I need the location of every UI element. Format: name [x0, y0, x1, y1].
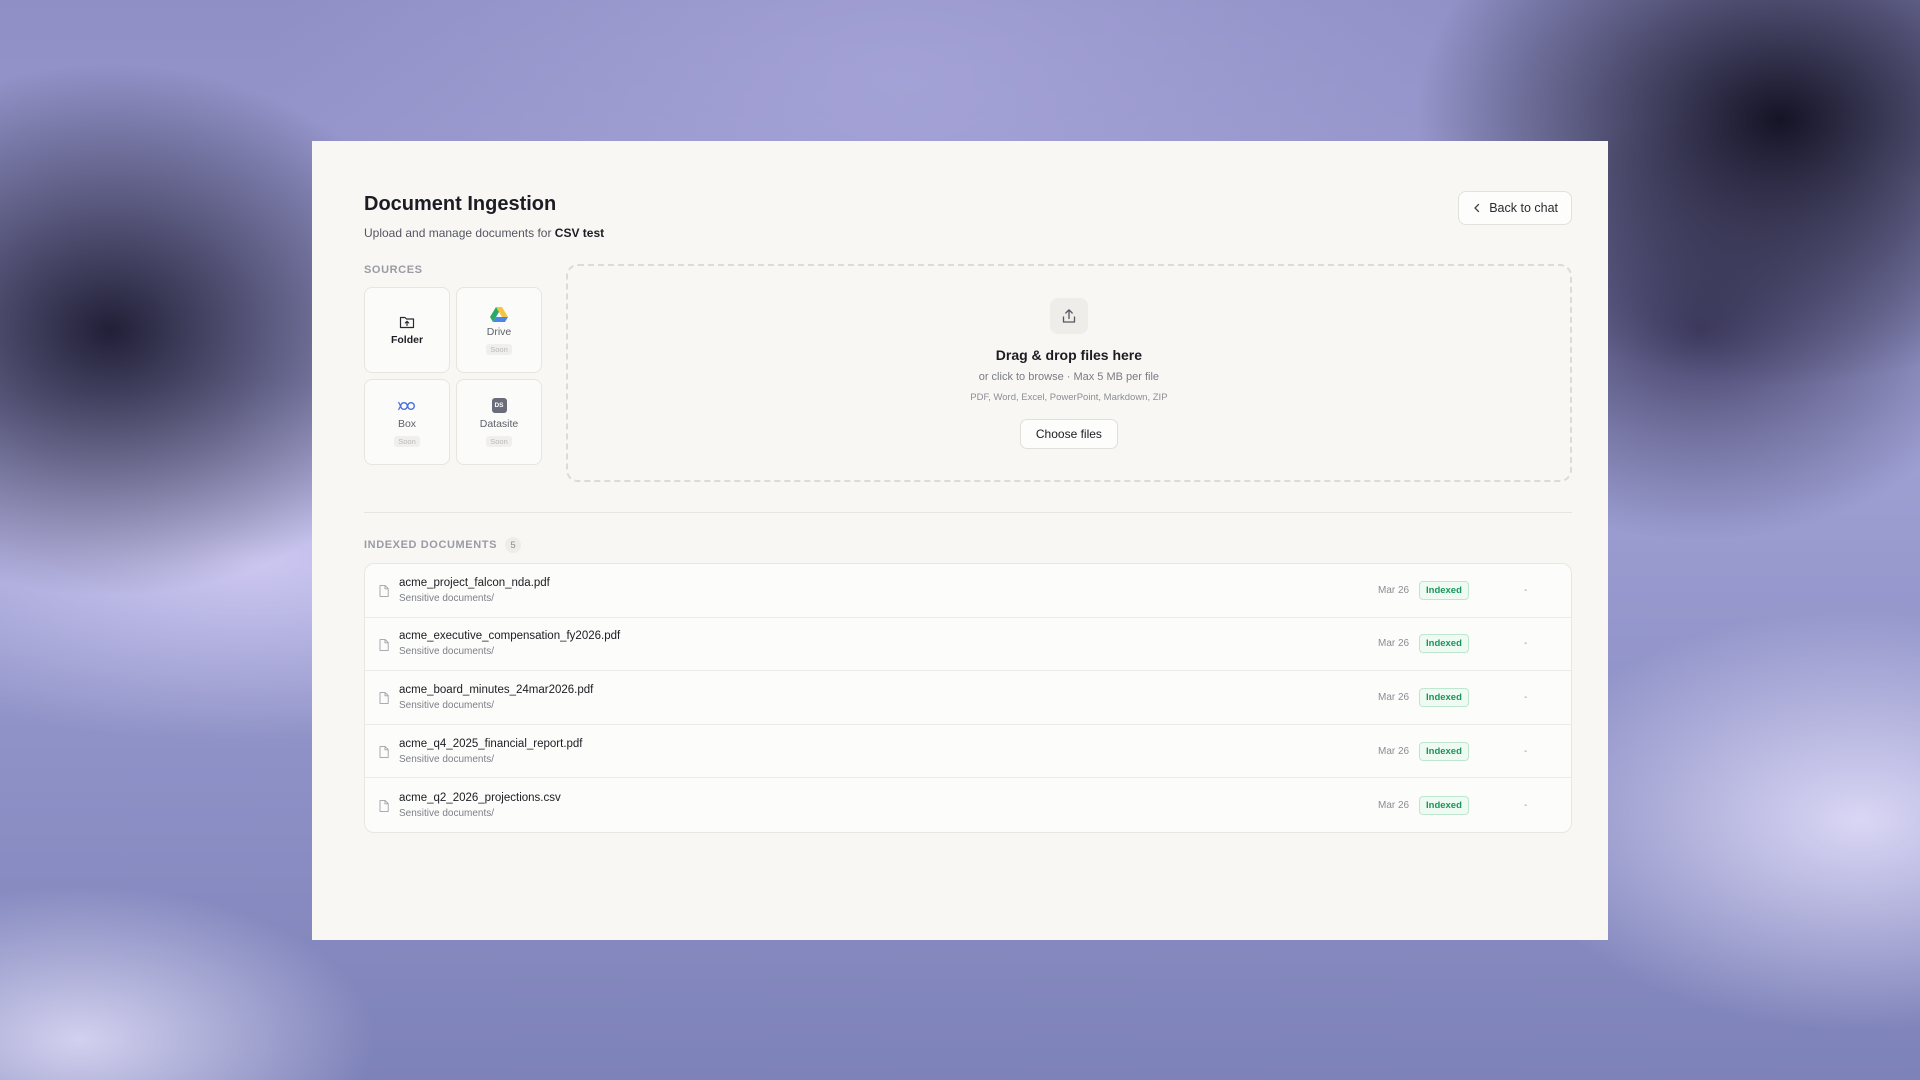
chevron-left-icon	[1473, 202, 1481, 215]
documents-count-badge: 5	[505, 537, 522, 553]
document-name: acme_project_falcon_nda.pdf	[399, 576, 550, 589]
document-info: acme_board_minutes_24mar2026.pdf Sensiti…	[399, 684, 593, 711]
document-row[interactable]: acme_q4_2025_financial_report.pdf Sensit…	[365, 725, 1571, 779]
file-dropzone[interactable]: Drag & drop files here or click to brows…	[565, 264, 1572, 482]
document-date: Mar 26	[1378, 638, 1410, 650]
dropzone-title: Drag & drop files here	[995, 347, 1143, 363]
source-datasite[interactable]: DS Datasite Soon	[456, 379, 542, 465]
page-subtitle: Upload and manage documents for CSV test	[364, 226, 604, 240]
file-icon	[379, 691, 389, 705]
status-badge: Indexed	[1419, 634, 1469, 654]
document-extra: -	[1524, 799, 1528, 811]
datasite-icon-text: DS	[491, 398, 507, 413]
upload-section: SOURCES Folder Drive Soon Box Soon DS Da…	[364, 264, 1572, 482]
document-date: Mar 26	[1378, 799, 1410, 811]
choose-files-button[interactable]: Choose files	[1019, 419, 1118, 449]
folder-upload-icon	[398, 314, 416, 330]
document-extra: -	[1524, 584, 1528, 596]
source-drive[interactable]: Drive Soon	[456, 287, 542, 373]
source-name: Drive	[486, 325, 512, 338]
sources-section: SOURCES Folder Drive Soon Box Soon DS Da…	[364, 264, 552, 482]
document-name: acme_q2_2026_projections.csv	[399, 791, 561, 804]
soon-badge: Soon	[486, 343, 512, 355]
documents-list: acme_project_falcon_nda.pdf Sensitive do…	[364, 563, 1572, 833]
document-path: Sensitive documents/	[399, 699, 495, 711]
page-title: Document Ingestion	[364, 193, 557, 215]
file-icon	[379, 799, 389, 813]
status-badge: Indexed	[1419, 687, 1469, 707]
indexed-documents-header: INDEXED DOCUMENTS 5	[364, 537, 1572, 553]
document-extra: -	[1524, 691, 1528, 703]
file-icon	[379, 638, 389, 651]
source-name: Box	[397, 417, 417, 430]
dropzone-subtitle: or click to browse · Max 5 MB per file	[978, 371, 1160, 383]
source-name: Datasite	[479, 417, 519, 430]
section-divider	[364, 512, 1572, 513]
source-folder[interactable]: Folder	[364, 287, 450, 373]
document-date: Mar 26	[1378, 584, 1410, 596]
title-block: Document Ingestion Upload and manage doc…	[364, 189, 604, 240]
source-box[interactable]: Box Soon	[364, 379, 450, 465]
soon-badge: Soon	[486, 435, 512, 447]
document-info: acme_executive_compensation_fy2026.pdf S…	[399, 630, 620, 657]
document-path: Sensitive documents/	[399, 592, 495, 604]
document-name: acme_q4_2025_financial_report.pdf	[399, 737, 583, 750]
file-icon	[379, 745, 389, 758]
source-name: Folder	[390, 334, 424, 346]
document-path: Sensitive documents/	[399, 753, 495, 765]
upload-icon	[1049, 298, 1088, 334]
subtitle-text: Upload and manage documents for	[364, 226, 552, 240]
file-icon	[379, 584, 389, 598]
document-name: acme_board_minutes_24mar2026.pdf	[399, 683, 594, 696]
sources-grid: Folder Drive Soon Box Soon DS Datasite S…	[364, 287, 552, 465]
document-row[interactable]: acme_board_minutes_24mar2026.pdf Sensiti…	[365, 671, 1571, 725]
document-info: acme_project_falcon_nda.pdf Sensitive do…	[399, 577, 550, 604]
dropzone-file-types: PDF, Word, Excel, PowerPoint, Markdown, …	[970, 392, 1168, 403]
document-row[interactable]: acme_q2_2026_projections.csv Sensitive d…	[365, 778, 1571, 832]
back-to-chat-button[interactable]: Back to chat	[1458, 191, 1572, 225]
document-extra: -	[1524, 638, 1528, 650]
project-name: CSV test	[554, 226, 605, 240]
document-row[interactable]: acme_project_falcon_nda.pdf Sensitive do…	[365, 564, 1571, 618]
status-badge: Indexed	[1419, 741, 1469, 761]
box-icon	[398, 398, 416, 414]
back-to-chat-label: Back to chat	[1489, 201, 1558, 215]
document-name: acme_executive_compensation_fy2026.pdf	[399, 630, 621, 643]
document-path: Sensitive documents/	[399, 646, 495, 658]
status-badge: Indexed	[1419, 580, 1469, 600]
sources-label: SOURCES	[364, 264, 423, 276]
document-path: Sensitive documents/	[399, 807, 495, 819]
document-extra: -	[1524, 745, 1528, 757]
document-date: Mar 26	[1378, 745, 1410, 757]
document-date: Mar 26	[1378, 691, 1410, 703]
datasite-icon: DS	[490, 398, 508, 414]
soon-badge: Soon	[394, 435, 420, 447]
status-badge: Indexed	[1419, 795, 1469, 815]
google-drive-icon	[490, 306, 508, 322]
indexed-documents-label: INDEXED DOCUMENTS	[364, 539, 498, 551]
document-info: acme_q4_2025_financial_report.pdf Sensit…	[399, 738, 583, 765]
ingestion-panel: Document Ingestion Upload and manage doc…	[312, 141, 1608, 940]
document-info: acme_q2_2026_projections.csv Sensitive d…	[399, 792, 561, 819]
page-header: Document Ingestion Upload and manage doc…	[364, 189, 1572, 240]
document-row[interactable]: acme_executive_compensation_fy2026.pdf S…	[365, 618, 1571, 672]
